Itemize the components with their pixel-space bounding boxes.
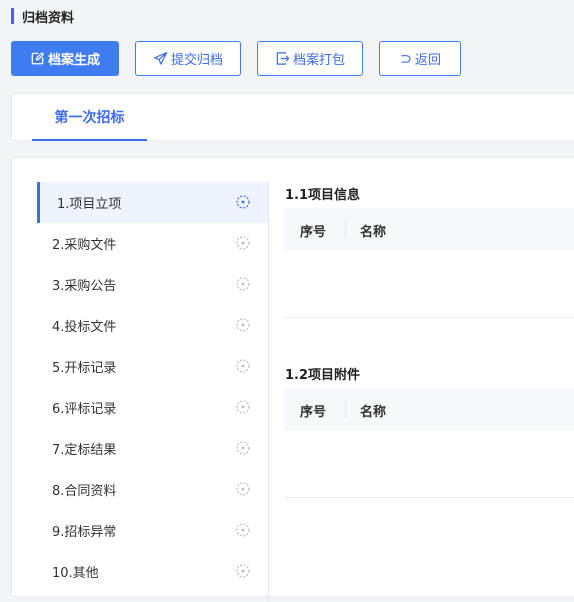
dashed-circle-icon	[235, 399, 251, 415]
pack-archive-label: 档案打包	[292, 53, 345, 68]
project-attachments-table-header: 序号 名称	[284, 388, 574, 430]
submit-archive-label: 提交归档	[170, 53, 223, 68]
submit-archive-button[interactable]: 提交归档	[135, 41, 241, 76]
back-button[interactable]: 返回	[379, 41, 461, 76]
dashed-circle-icon	[235, 276, 251, 292]
dashed-circle-icon	[235, 481, 251, 497]
pack-archive-button[interactable]: 档案打包	[257, 41, 363, 76]
nav-item-bid-opening-record[interactable]: 5.开标记录	[37, 346, 268, 387]
export-icon	[275, 51, 290, 66]
nav-item-label: 2.采购文件	[52, 238, 117, 253]
nav-item-other[interactable]: 10.其他	[37, 551, 268, 592]
return-icon	[399, 52, 412, 65]
nav-item-bidding-exception[interactable]: 9.招标异常	[37, 510, 268, 551]
edit-icon	[30, 51, 45, 66]
nav-item-project-initiation[interactable]: 1.项目立项	[37, 182, 268, 223]
nav-item-label: 6.评标记录	[52, 402, 117, 417]
title-accent-bar	[11, 8, 14, 24]
section-title-project-info: 1.1项目信息	[285, 188, 361, 203]
nav-item-bid-documents[interactable]: 4.投标文件	[37, 305, 268, 346]
tab-first-bidding[interactable]: 第一次招标	[32, 94, 147, 141]
project-attachments-table-empty-body	[284, 497, 574, 498]
generate-archive-label: 档案生成	[47, 53, 100, 68]
column-divider	[345, 220, 346, 238]
nav-item-contract-materials[interactable]: 8.合同资料	[37, 469, 268, 510]
dashed-circle-icon	[235, 235, 251, 251]
column-header-index: 序号	[300, 405, 327, 420]
page-header: 归档资料	[0, 0, 574, 34]
nav-item-label: 4.投标文件	[52, 320, 117, 335]
nav-item-procurement-notice[interactable]: 3.采购公告	[37, 264, 268, 305]
nav-item-label: 3.采购公告	[52, 279, 117, 294]
nav-item-label: 10.其他	[52, 566, 99, 581]
nav-item-label: 8.合同资料	[52, 484, 117, 499]
dashed-circle-icon	[235, 358, 251, 374]
nav-item-evaluation-record[interactable]: 6.评标记录	[37, 387, 268, 428]
nav-item-procurement-documents[interactable]: 2.采购文件	[37, 223, 268, 264]
column-divider	[345, 400, 346, 418]
dashed-circle-icon	[235, 563, 251, 579]
section-title-project-attachments: 1.2项目附件	[285, 368, 361, 383]
dashed-circle-icon	[235, 440, 251, 456]
dashed-circle-icon	[235, 522, 251, 538]
page-title: 归档资料	[22, 11, 75, 26]
column-header-name: 名称	[360, 225, 387, 240]
column-header-index: 序号	[300, 225, 327, 240]
nav-item-label: 7.定标结果	[52, 443, 117, 458]
nav-item-label: 1.项目立项	[57, 197, 122, 212]
column-header-name: 名称	[360, 405, 387, 420]
project-info-table-empty-body	[284, 317, 574, 318]
nav-item-label: 9.招标异常	[52, 525, 117, 540]
send-icon	[153, 51, 168, 66]
back-label: 返回	[414, 53, 441, 68]
nav-item-award-result[interactable]: 7.定标结果	[37, 428, 268, 469]
tab-bar: 第一次招标	[11, 93, 574, 141]
generate-archive-button[interactable]: 档案生成	[11, 41, 119, 76]
dashed-circle-icon	[235, 317, 251, 333]
archive-category-nav: 1.项目立项 2.采购文件 3.采购公告 4.投标文件 5.开标记录 6.评标记…	[37, 182, 269, 602]
dashed-circle-icon	[235, 194, 251, 210]
nav-item-label: 5.开标记录	[52, 361, 117, 376]
toolbar: 档案生成 提交归档 档案打包 返回	[0, 41, 574, 77]
project-info-table-header: 序号 名称	[284, 208, 574, 250]
archive-content-panel: 1.项目立项 2.采购文件 3.采购公告 4.投标文件 5.开标记录 6.评标记…	[11, 157, 574, 602]
